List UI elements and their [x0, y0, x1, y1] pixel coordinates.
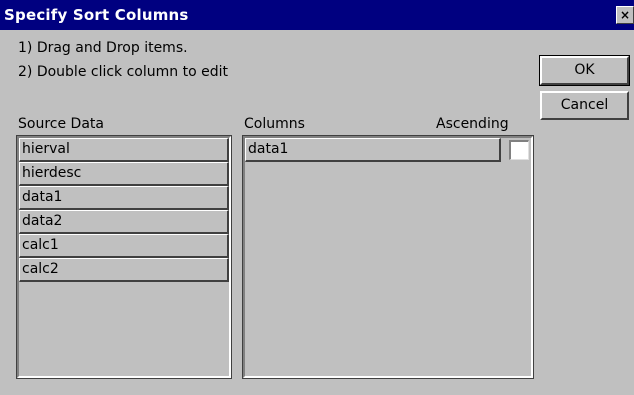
columns-row[interactable]: data1 [245, 138, 531, 376]
instruction-double-click: 2) Double click column to edit [18, 64, 228, 80]
instruction-drag-drop: 1) Drag and Drop items. [18, 40, 188, 56]
source-data-list[interactable]: hierval hierdesc data1 data2 calc1 calc2 [16, 135, 232, 379]
cancel-button[interactable]: Cancel [540, 91, 629, 120]
sort-columns-dialog: Specify Sort Columns × 1) Drag and Drop … [0, 0, 634, 395]
close-button[interactable]: × [616, 6, 634, 24]
source-data-label: Source Data [18, 116, 104, 132]
ascending-checkbox[interactable] [509, 140, 529, 160]
ok-button[interactable]: OK [539, 55, 630, 86]
dialog-title: Specify Sort Columns [4, 6, 189, 24]
ascending-label: Ascending [436, 116, 509, 132]
source-item-calc2[interactable]: calc2 [19, 258, 229, 282]
column-item-data1[interactable]: data1 [245, 138, 501, 162]
close-icon: × [619, 8, 631, 22]
source-item-data2[interactable]: data2 [19, 210, 229, 234]
columns-label: Columns [244, 116, 305, 132]
source-item-hierdesc[interactable]: hierdesc [19, 162, 229, 186]
columns-list[interactable]: data1 [242, 135, 534, 379]
title-bar[interactable]: Specify Sort Columns × [0, 0, 634, 30]
source-item-data1[interactable]: data1 [19, 186, 229, 210]
source-item-hierval[interactable]: hierval [19, 138, 229, 162]
source-item-calc1[interactable]: calc1 [19, 234, 229, 258]
